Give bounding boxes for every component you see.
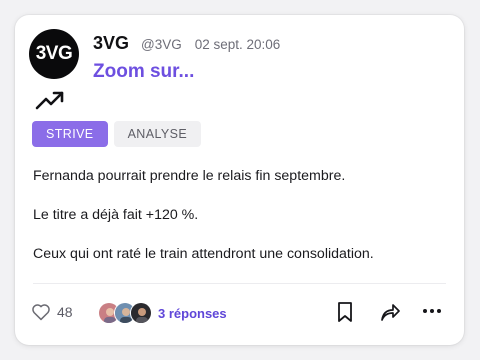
replies-link[interactable]: 3 réponses bbox=[158, 306, 227, 321]
body-paragraph: Le titre a déjà fait +120 %. bbox=[33, 207, 199, 223]
post-card: 3VG 3VG @3VG 02 sept. 20:06 Zoom sur... … bbox=[15, 15, 464, 345]
bookmark-icon[interactable] bbox=[337, 301, 353, 323]
avatar bbox=[130, 302, 152, 324]
body-paragraph: Fernanda pourrait prendre le relais fin … bbox=[33, 168, 346, 184]
post-footer: 48 3 réponses bbox=[15, 299, 464, 327]
author-handle[interactable]: @3VG bbox=[141, 37, 182, 52]
trending-up-icon bbox=[35, 91, 64, 110]
share-icon[interactable] bbox=[379, 301, 401, 323]
author-avatar[interactable]: 3VG bbox=[29, 29, 79, 79]
author-name[interactable]: 3VG bbox=[93, 33, 129, 54]
tag-list: STRIVE ANALYSE bbox=[32, 121, 207, 147]
heart-icon bbox=[32, 304, 50, 321]
like-button[interactable]: 48 bbox=[31, 302, 73, 321]
post-meta: 3VG @3VG 02 sept. 20:06 bbox=[93, 33, 280, 54]
post-body: Fernanda pourrait prendre le relais fin … bbox=[33, 167, 453, 284]
like-count: 48 bbox=[57, 303, 73, 320]
footer-divider bbox=[33, 283, 446, 284]
more-icon[interactable] bbox=[422, 308, 442, 314]
post-timestamp: 02 sept. 20:06 bbox=[194, 37, 281, 52]
tag-strive[interactable]: STRIVE bbox=[32, 121, 108, 147]
body-paragraph: Ceux qui ont raté le train attendront un… bbox=[33, 246, 374, 262]
post-title[interactable]: Zoom sur... bbox=[93, 61, 194, 83]
avatar-text: 3VG bbox=[35, 43, 73, 64]
reply-avatars[interactable] bbox=[98, 302, 152, 324]
tag-analyse[interactable]: ANALYSE bbox=[113, 121, 202, 147]
